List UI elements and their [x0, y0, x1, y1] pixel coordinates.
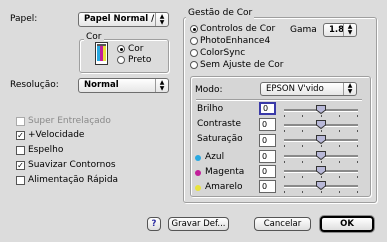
- gamma-popup[interactable]: 1.8 ▲ ▼: [323, 23, 357, 37]
- gamma-label: Gama: [290, 25, 317, 35]
- photoenhance-radio[interactable]: [190, 37, 198, 45]
- contrast-slider-ticks: [284, 130, 358, 133]
- fast-feed-label: Alimentação Rápida: [28, 175, 119, 185]
- save-settings-button[interactable]: Gravar Def...: [168, 217, 229, 231]
- resolution-popup-value: Normal: [84, 80, 119, 90]
- slider-thumb-icon[interactable]: [316, 151, 326, 161]
- blue-label: Azul: [205, 152, 225, 162]
- color-management-title: Gestão de Cor: [186, 8, 255, 19]
- colorsync-radio[interactable]: [190, 49, 198, 57]
- mode-label: Modo:: [195, 85, 223, 95]
- magenta-slider-ticks: [284, 176, 358, 179]
- brightness-field[interactable]: 0: [259, 102, 276, 115]
- super-interlace-checkbox[interactable]: [16, 117, 25, 126]
- high-speed-label: +Velocidade: [28, 130, 85, 140]
- color-group: [79, 39, 169, 73]
- yellow-slider-ticks: [284, 191, 358, 194]
- magenta-label: Magenta: [205, 167, 245, 177]
- mirror-checkbox[interactable]: [16, 146, 25, 155]
- paper-label: Papel:: [10, 14, 38, 24]
- yellow-bullet-icon: [195, 185, 201, 191]
- slider-thumb-icon[interactable]: [316, 166, 326, 176]
- yellow-field[interactable]: 0: [259, 180, 276, 193]
- color-controls-radio[interactable]: [190, 25, 198, 33]
- yellow-label: Amarelo: [205, 182, 243, 192]
- saturation-slider-ticks: [284, 145, 358, 148]
- divider: [196, 99, 362, 101]
- brightness-label: Brilho: [197, 104, 224, 114]
- magenta-bullet-icon: [195, 170, 201, 176]
- ink-cartridge-icon: [95, 42, 108, 65]
- chevron-updown-icon: ▲ ▼: [155, 79, 168, 92]
- help-button[interactable]: ?: [147, 217, 161, 231]
- no-color-adjust-label: Sem Ajuste de Cor: [200, 60, 284, 70]
- mode-popup[interactable]: EPSON V'vido ▲ ▼: [260, 82, 357, 96]
- contrast-label: Contraste: [197, 119, 241, 129]
- smooth-edges-label: Suavizar Contornos: [28, 160, 116, 170]
- colorsync-label: ColorSync: [200, 48, 246, 58]
- contrast-field[interactable]: 0: [259, 118, 276, 131]
- ok-button[interactable]: OK: [320, 216, 374, 232]
- black-radio[interactable]: [117, 56, 125, 64]
- black-radio-label: Preto: [128, 55, 152, 65]
- cancel-button[interactable]: Cancelar: [254, 217, 311, 231]
- super-interlace-label: Super Entrelaçado: [28, 116, 111, 126]
- fast-feed-checkbox[interactable]: [16, 176, 25, 185]
- resolution-label: Resolução:: [10, 80, 59, 90]
- blue-slider-ticks: [284, 161, 358, 164]
- brightness-slider-ticks: [284, 115, 358, 118]
- gamma-popup-value: 1.8: [329, 25, 345, 35]
- blue-bullet-icon: [195, 155, 201, 161]
- no-color-adjust-radio[interactable]: [190, 61, 198, 69]
- slider-thumb-icon[interactable]: [316, 181, 326, 191]
- paper-popup-value: Papel Normal / P...: [84, 14, 155, 24]
- magenta-field[interactable]: 0: [259, 165, 276, 178]
- chevron-updown-icon: ▲ ▼: [343, 83, 356, 95]
- paper-popup[interactable]: Papel Normal / P... ▲▼: [78, 12, 169, 27]
- chevron-updown-icon: ▲ ▼: [155, 13, 168, 26]
- chevron-updown-icon: ▲ ▼: [343, 24, 356, 36]
- saturation-field[interactable]: 0: [259, 134, 276, 147]
- resolution-popup[interactable]: Normal ▲ ▼: [78, 78, 169, 93]
- mode-popup-value: EPSON V'vido: [266, 84, 324, 94]
- smooth-edges-checkbox[interactable]: ✓: [16, 161, 25, 170]
- blue-field[interactable]: 0: [259, 150, 276, 163]
- color-radio[interactable]: [117, 45, 125, 53]
- slider-thumb-icon[interactable]: [316, 120, 326, 130]
- high-speed-checkbox[interactable]: ✓: [16, 131, 25, 140]
- slider-thumb-icon[interactable]: [316, 105, 326, 115]
- color-radio-label: Cor: [128, 44, 144, 54]
- color-controls-label: Controlos de Cor: [200, 24, 276, 34]
- saturation-label: Saturação: [197, 134, 243, 144]
- mirror-label: Espelho: [28, 145, 64, 155]
- photoenhance-label: PhotoEnhance4: [200, 36, 271, 46]
- slider-thumb-icon[interactable]: [316, 135, 326, 145]
